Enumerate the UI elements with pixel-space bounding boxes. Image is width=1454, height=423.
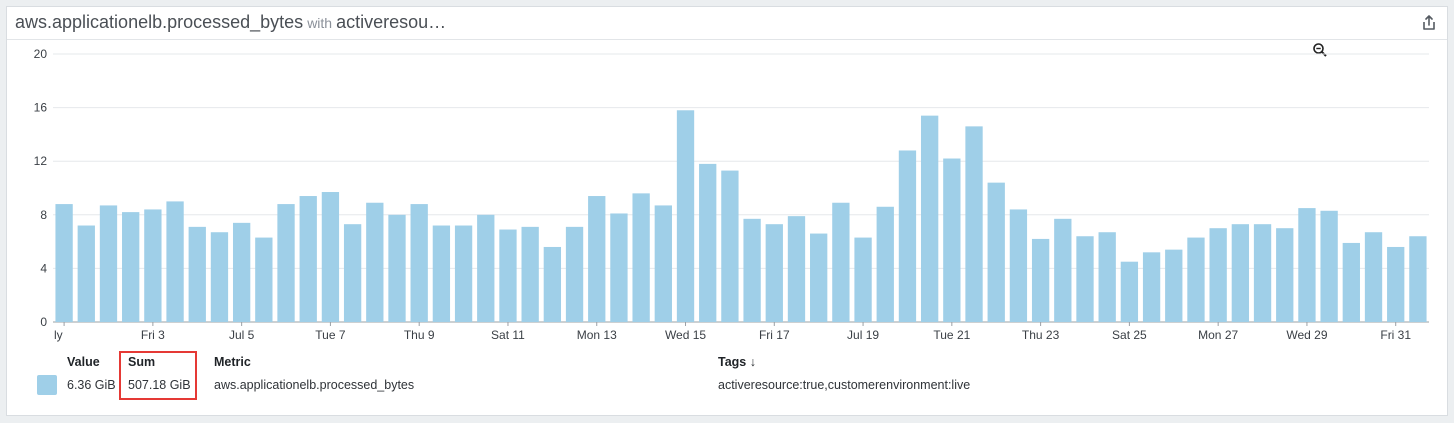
bar bbox=[1276, 228, 1294, 322]
bar-chart: 0 4 8 12 16 20 ly Fri 3 Jul 5 Tue 7 Thu 9 Sat 11 Mon… bbox=[34, 47, 1429, 342]
bar bbox=[521, 226, 539, 322]
bar bbox=[1364, 232, 1383, 322]
bar bbox=[232, 222, 251, 322]
y-tick-label: 0 bbox=[40, 315, 47, 329]
x-tick-label: Tue 21 bbox=[933, 328, 970, 342]
bar bbox=[210, 232, 229, 322]
bar bbox=[876, 206, 894, 322]
legend-header-metric[interactable]: Metric bbox=[214, 355, 251, 369]
x-tick-label: Jul 19 bbox=[847, 328, 879, 342]
x-tick-label: ly bbox=[54, 328, 63, 342]
y-tick-label: 20 bbox=[34, 47, 48, 61]
y-tick-label: 8 bbox=[40, 208, 47, 222]
bar bbox=[1120, 261, 1139, 322]
bar bbox=[343, 224, 362, 322]
bar bbox=[1165, 249, 1183, 322]
x-tick-label: Jul 5 bbox=[229, 328, 255, 342]
y-tick-label: 4 bbox=[40, 261, 47, 275]
bar bbox=[810, 233, 828, 322]
bar bbox=[432, 225, 451, 322]
bar bbox=[1098, 232, 1116, 322]
bar bbox=[1298, 208, 1316, 322]
bar bbox=[1387, 246, 1405, 322]
x-tick-label: Fri 31 bbox=[1380, 328, 1411, 342]
bar bbox=[721, 170, 739, 322]
bar bbox=[787, 216, 806, 322]
bar bbox=[299, 196, 317, 322]
bar bbox=[477, 214, 495, 322]
legend-table: Value Sum Metric Tags ↓ 6.36 GiB 507.18 … bbox=[7, 347, 1447, 411]
bar bbox=[898, 150, 917, 322]
bar bbox=[1076, 236, 1094, 322]
legend-header-tags[interactable]: Tags ↓ bbox=[718, 355, 756, 369]
bar bbox=[965, 126, 983, 322]
x-tick-label: Thu 9 bbox=[404, 328, 435, 342]
bar bbox=[1009, 209, 1028, 322]
y-tick-label: 16 bbox=[34, 101, 48, 115]
x-tick-label: Wed 15 bbox=[665, 328, 706, 342]
bar bbox=[676, 110, 695, 322]
x-tick-label: Wed 29 bbox=[1286, 328, 1327, 342]
bar bbox=[654, 205, 672, 322]
bar bbox=[188, 226, 206, 322]
x-tick-label: Sat 11 bbox=[491, 328, 525, 342]
bar bbox=[543, 246, 562, 322]
x-tick-label: Fri 3 bbox=[141, 328, 165, 342]
bar bbox=[1031, 238, 1050, 322]
x-tick-label: Mon 27 bbox=[1198, 328, 1238, 342]
bar bbox=[366, 202, 384, 322]
bar bbox=[610, 213, 628, 322]
bar bbox=[1209, 228, 1227, 322]
bar bbox=[854, 237, 872, 322]
legend-value: 6.36 GiB bbox=[67, 378, 116, 392]
bar bbox=[277, 204, 295, 322]
bar bbox=[699, 163, 717, 322]
sum-highlight-box bbox=[119, 351, 197, 400]
bar bbox=[99, 205, 118, 322]
bar bbox=[1342, 242, 1360, 322]
bar bbox=[565, 226, 584, 322]
x-tick-label: Mon 13 bbox=[577, 328, 617, 342]
bar bbox=[987, 182, 1005, 322]
x-tick-label: Thu 23 bbox=[1022, 328, 1060, 342]
bar bbox=[765, 224, 783, 322]
bar bbox=[454, 225, 473, 322]
y-tick-label: 12 bbox=[34, 154, 48, 168]
x-tick-label: Fri 17 bbox=[759, 328, 790, 342]
bar bbox=[77, 225, 95, 322]
bar bbox=[1253, 224, 1272, 322]
bar bbox=[920, 115, 939, 322]
bar bbox=[55, 204, 73, 322]
bar bbox=[1409, 236, 1427, 322]
x-tick-label: Sat 25 bbox=[1112, 328, 1147, 342]
bar bbox=[1054, 218, 1072, 322]
bar bbox=[832, 202, 850, 322]
bar bbox=[410, 204, 428, 322]
bar bbox=[122, 212, 140, 322]
bar bbox=[632, 193, 650, 322]
x-tick-label: Tue 7 bbox=[315, 328, 346, 342]
bar bbox=[388, 214, 406, 322]
bar bbox=[588, 196, 606, 322]
legend-tags: activeresource:true,customerenvironment:… bbox=[718, 378, 971, 392]
series-color-swatch bbox=[37, 375, 57, 395]
timeseries-widget: aws.applicationelb.processed_bytes with ac… bbox=[6, 6, 1448, 416]
bar bbox=[166, 201, 184, 322]
bar bbox=[499, 229, 517, 322]
bar bbox=[1187, 237, 1205, 322]
bar bbox=[144, 209, 162, 322]
bar bbox=[1231, 224, 1250, 322]
bar bbox=[321, 192, 340, 322]
legend-header-value: Value bbox=[67, 355, 100, 369]
bar bbox=[255, 237, 273, 322]
legend-metric[interactable]: aws.applicationelb.processed_bytes bbox=[214, 378, 414, 392]
bar bbox=[1142, 252, 1161, 322]
bar bbox=[1320, 210, 1338, 322]
bar bbox=[743, 218, 761, 322]
bar bbox=[943, 158, 961, 322]
